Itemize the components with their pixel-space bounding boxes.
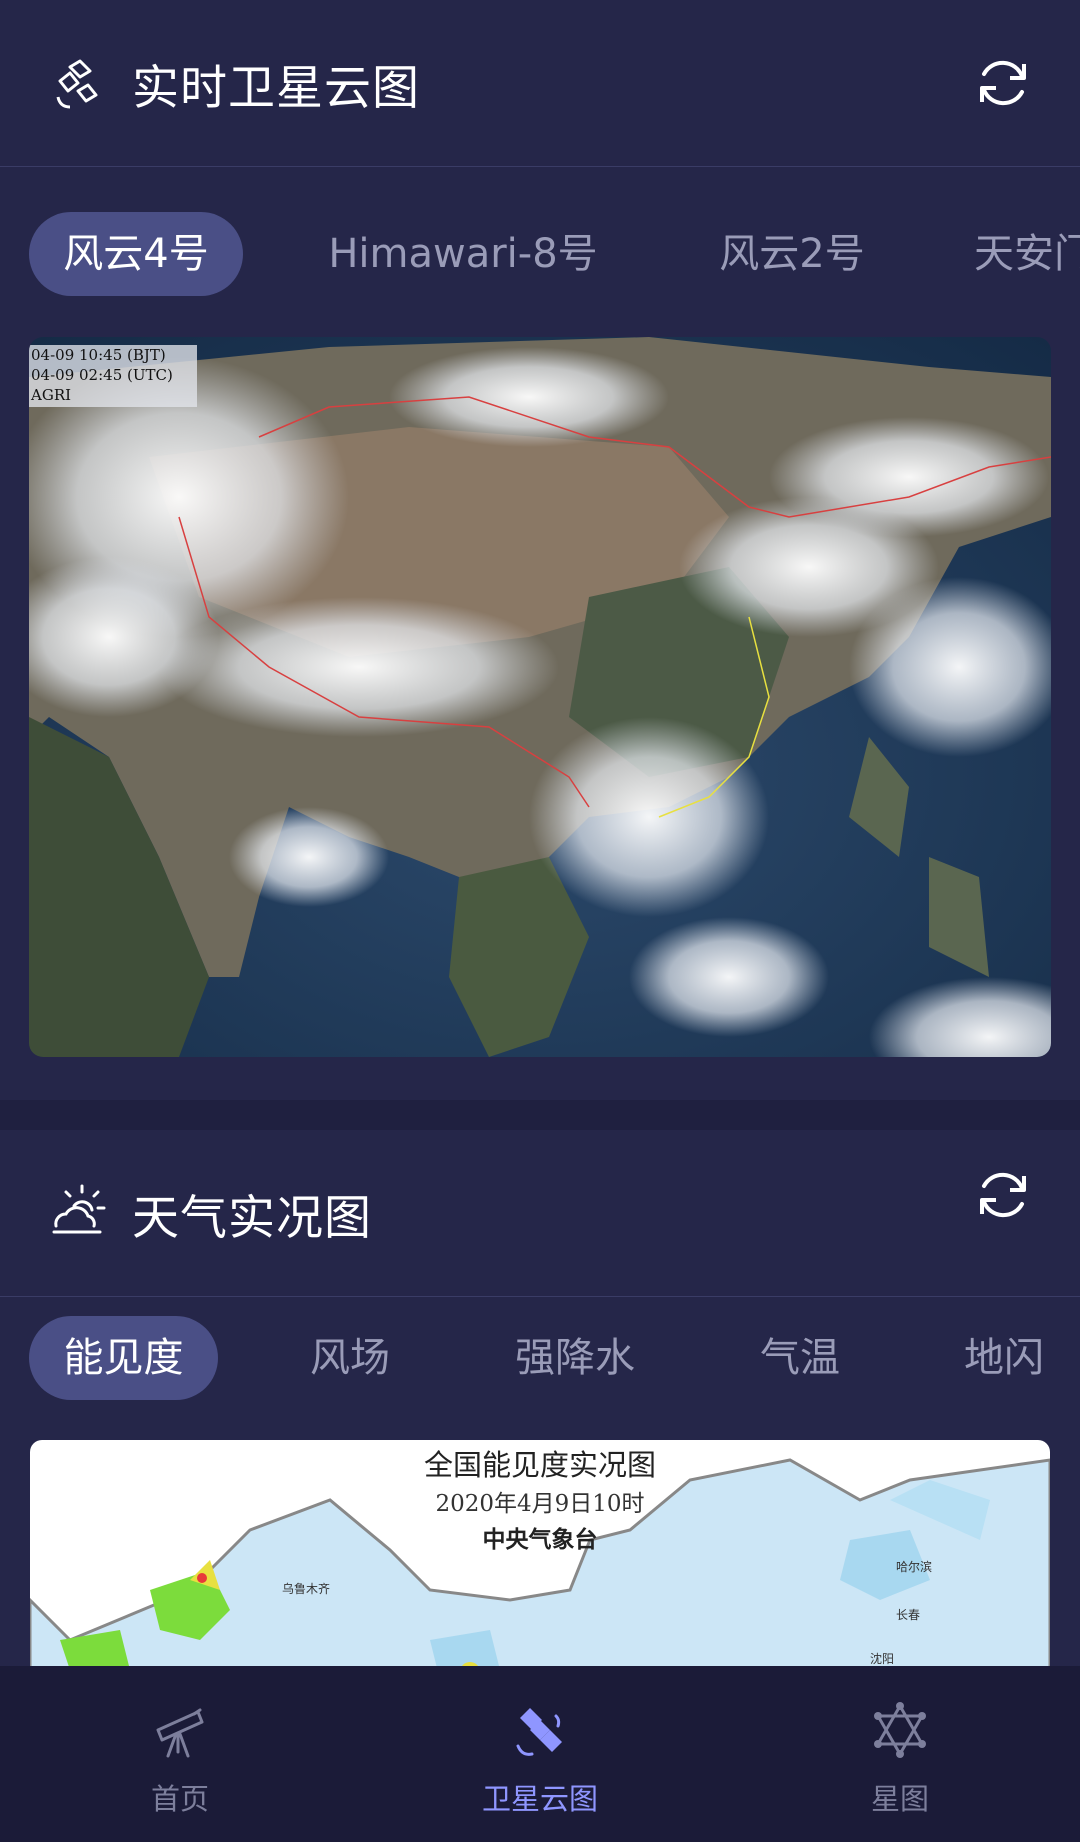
nav-star-chart-label: 星图: [870, 1782, 929, 1816]
map-subtitle: 2020年4月9日10时: [435, 1491, 645, 1517]
satellite-title-icon: [56, 59, 98, 109]
city-urumqi: 乌鲁木齐: [282, 1582, 331, 1596]
refresh-satellite-icon[interactable]: [974, 54, 1032, 112]
visibility-map-image[interactable]: 全国能见度实况图 2020年4月9日10时 中央气象台 乌鲁木齐 哈尔滨 长春 …: [30, 1440, 1050, 1680]
tab-himawari-8[interactable]: Himawari-8号: [318, 212, 608, 296]
city-changchun: 长春: [896, 1608, 921, 1622]
satellite-tabs: 风云4号 Himawari-8号 风云2号 天安门: [0, 212, 1080, 302]
nav-satellite[interactable]: 卫星云图: [360, 1666, 720, 1842]
map-title: 全国能见度实况图: [423, 1448, 656, 1482]
tab-tiananmen[interactable]: 天安门: [974, 212, 1080, 296]
tab-fengyun-2[interactable]: 风云2号: [700, 212, 884, 296]
tab-fengyun-4[interactable]: 风云4号: [29, 212, 243, 296]
weather-tabs: 能见度 风场 强降水 气温 地闪: [0, 1316, 1080, 1406]
tab-lightning[interactable]: 地闪: [944, 1316, 1064, 1400]
tab-temperature[interactable]: 气温: [740, 1316, 860, 1400]
satellite-section-header: 实时卫星云图: [0, 0, 1080, 167]
refresh-weather-icon[interactable]: [974, 1166, 1032, 1224]
weather-section-title: 天气实况图: [132, 1190, 372, 1246]
tab-visibility[interactable]: 能见度: [29, 1316, 218, 1400]
telescope-icon: [156, 1708, 204, 1758]
timestamp-utc: 04-09 02:45 (UTC): [31, 366, 173, 384]
instrument-label: AGRI: [31, 386, 72, 404]
nav-star-chart[interactable]: 星图: [720, 1666, 1080, 1842]
timestamp-bjt: 04-09 10:45 (BJT): [31, 346, 166, 364]
satellite-cloud-image[interactable]: 04-09 10:45 (BJT) 04-09 02:45 (UTC) AGRI: [29, 337, 1051, 1057]
partly-cloudy-icon: [52, 1184, 106, 1234]
satellite-image-graphic: [29, 337, 1051, 1057]
city-harbin: 哈尔滨: [896, 1560, 933, 1574]
satellite-icon: [516, 1708, 562, 1756]
weather-section-header: 天气实况图: [0, 1130, 1080, 1297]
city-shenyang: 沈阳: [870, 1652, 895, 1666]
tab-wind-field[interactable]: 风场: [290, 1316, 410, 1400]
image-timestamp: 04-09 10:45 (BJT) 04-09 02:45 (UTC) AGRI: [29, 345, 197, 407]
section-divider: [0, 1100, 1080, 1130]
nav-satellite-label: 卫星云图: [481, 1782, 598, 1816]
satellite-section-title: 实时卫星云图: [132, 60, 420, 116]
bottom-navigation: 首页 卫星云图 星图: [0, 1666, 1080, 1842]
nav-home-label: 首页: [150, 1782, 209, 1816]
map-agency: 中央气象台: [482, 1527, 598, 1553]
tab-heavy-precipitation[interactable]: 强降水: [500, 1316, 650, 1400]
star-chart-icon: [874, 1702, 926, 1758]
nav-home[interactable]: 首页: [0, 1666, 360, 1842]
